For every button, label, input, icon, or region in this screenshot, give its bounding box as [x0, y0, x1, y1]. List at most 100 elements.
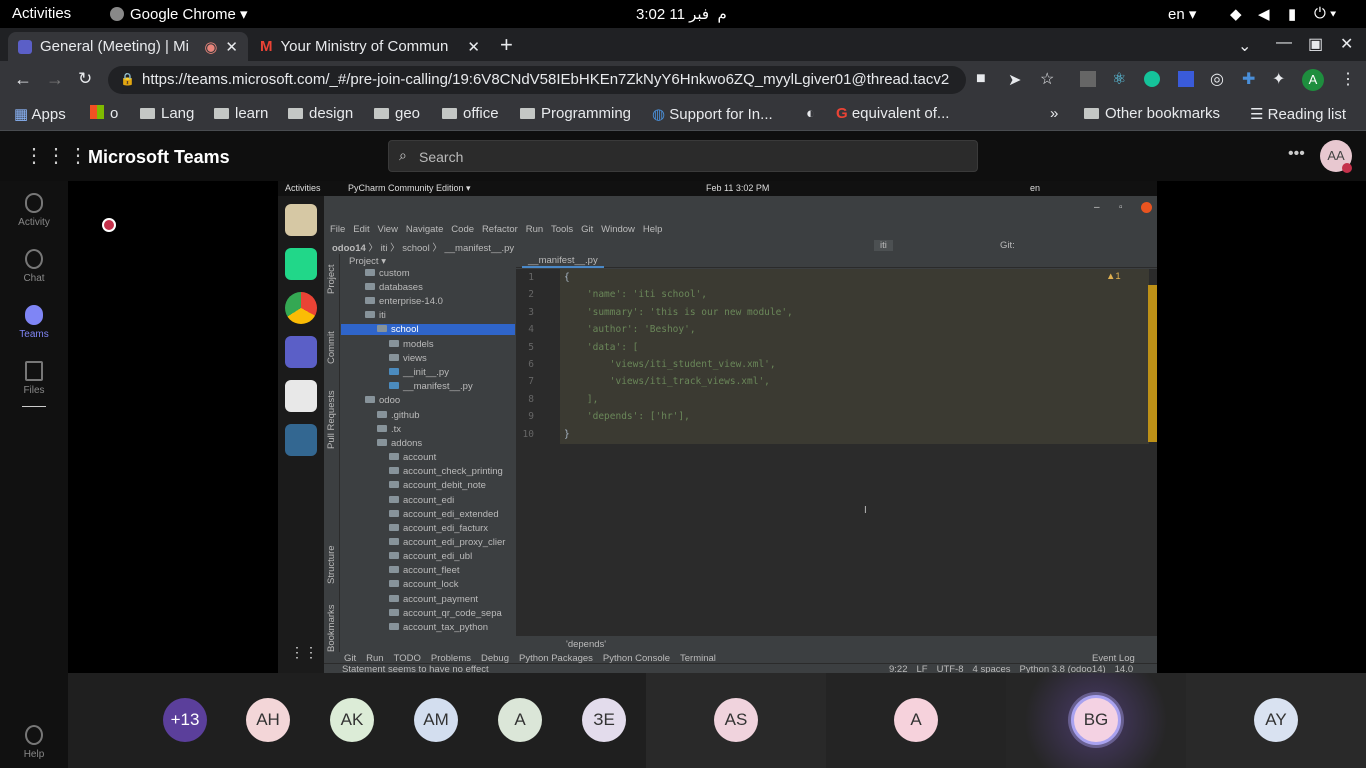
code-line: 'summary': 'this is our new module', — [564, 306, 793, 318]
bookmark-design[interactable]: design — [288, 105, 353, 122]
send-icon[interactable]: ➤ — [1008, 70, 1021, 90]
bookmark-programming[interactable]: Programming — [520, 105, 631, 122]
target-icon[interactable]: ◎ — [1210, 69, 1224, 89]
folder-icon — [389, 496, 399, 503]
tab-search-icon[interactable]: ⌄ — [1238, 36, 1251, 56]
tree-item-folder: account_debit_note — [389, 480, 486, 491]
color-picker-icon[interactable] — [1178, 71, 1194, 87]
new-tab-button[interactable]: + — [500, 32, 513, 58]
crumb: iti — [380, 243, 388, 254]
bookmark-equivalent[interactable]: G equivalent of... — [836, 105, 949, 122]
participant-avatar[interactable]: A — [894, 698, 938, 742]
teams-title: Microsoft Teams — [88, 147, 230, 167]
bookmark-label: o — [110, 105, 119, 122]
rail-teams[interactable]: Teams — [0, 305, 68, 340]
wifi-icon[interactable]: ◆ — [1230, 5, 1242, 23]
ide-menu-bar: File Edit View Navigate Code Refactor Ru… — [330, 224, 930, 236]
tree-item-folder: odoo — [365, 395, 400, 406]
close-tab-icon[interactable]: ✕ — [467, 38, 480, 56]
bookmarks-overflow-icon[interactable]: » — [1050, 105, 1058, 122]
power-icon[interactable]: ⏻ ▾ — [1314, 5, 1336, 22]
rail-activity[interactable]: Activity — [0, 193, 68, 228]
language-indicator[interactable]: en ▾ — [1168, 5, 1196, 23]
ide-minimize-button: – — [1094, 202, 1100, 213]
tab-teams-meeting[interactable]: General (Meeting) | Mi ◉ ✕ — [8, 32, 248, 61]
code-line: 'views/iti_student_view.xml', — [564, 359, 776, 370]
browser-toolbar: ← → ↻ 🔒 https://teams.microsoft.com/_#/p… — [0, 61, 1366, 99]
close-window-button[interactable]: ✕ — [1340, 34, 1353, 54]
folder-icon — [389, 580, 399, 587]
close-tab-icon[interactable]: ✕ — [225, 38, 238, 56]
line-number: 6 — [528, 359, 534, 370]
camera-icon[interactable]: ■ — [976, 70, 986, 88]
chrome-icon — [110, 7, 124, 21]
shared-activities: Activities — [285, 183, 321, 193]
clock[interactable]: 3:02 م فبر 11 — [636, 5, 727, 23]
tab-ministry-mail[interactable]: M Your Ministry of Commun ✕ — [250, 32, 490, 61]
star-icon[interactable]: ☆ — [1040, 69, 1054, 89]
participant-avatar[interactable]: AH — [246, 698, 290, 742]
more-icon[interactable]: ⋮ — [1340, 69, 1356, 89]
world-icon: ◐ — [806, 105, 816, 122]
participant-avatar[interactable]: ЗЕ — [582, 698, 626, 742]
tree-item-folder: addons — [377, 438, 422, 449]
bookmark-world[interactable]: ◐ — [806, 105, 815, 122]
folder-icon — [389, 524, 399, 531]
tree-item-label: account_edi_extended — [403, 509, 499, 520]
participant-avatar[interactable]: AY — [1254, 698, 1298, 742]
grammarly-icon[interactable] — [1144, 71, 1160, 87]
bookmark-apps[interactable]: ▦ Apps — [14, 105, 66, 123]
rail-chat[interactable]: Chat — [0, 249, 68, 284]
profile-avatar[interactable]: A — [1302, 69, 1324, 91]
tree-item-folder: account_qr_code_sepa — [389, 608, 502, 619]
globe-icon: ◍ — [652, 106, 666, 123]
tree-item-folder: school — [341, 324, 515, 335]
extension-icon[interactable] — [1080, 71, 1096, 87]
puzzle-icon[interactable]: ✦ — [1272, 69, 1285, 89]
bookmark-support[interactable]: ◍ Support for In... — [652, 105, 773, 123]
microphone-icon[interactable]: ▮ — [1288, 5, 1296, 23]
folder-icon — [389, 340, 399, 347]
search-box[interactable]: ⌕ Search — [388, 140, 978, 172]
project-panel: Project ▾ custom databases enterprise-14.0… — [341, 254, 515, 652]
volume-icon[interactable]: ◀ — [1258, 5, 1270, 23]
menu-refactor: Refactor — [481, 224, 518, 235]
line-number: 9 — [528, 411, 534, 423]
other-bookmarks[interactable]: Other bookmarks — [1084, 105, 1220, 122]
participant-avatar[interactable]: AS — [714, 698, 758, 742]
react-devtools-icon[interactable]: ⚛ — [1112, 69, 1126, 89]
back-button[interactable]: ← — [14, 69, 32, 90]
bookmark-geo[interactable]: geo — [374, 105, 420, 122]
folder-icon — [365, 283, 375, 290]
folder-icon — [389, 609, 399, 616]
participant-avatar[interactable]: AM — [414, 698, 458, 742]
tree-item-folder: iti — [365, 310, 386, 321]
rail-files[interactable]: Files — [0, 361, 68, 396]
translate-icon[interactable]: ✚ — [1242, 69, 1255, 89]
apps-grid-icon: ▦ — [14, 106, 29, 123]
bookmark-label: Apps — [31, 106, 66, 123]
project-label: Project — [349, 256, 379, 267]
participant-avatar[interactable]: A — [498, 698, 542, 742]
more-options-icon[interactable]: ••• — [1288, 145, 1305, 163]
participant-avatar[interactable]: BG — [1071, 695, 1121, 745]
more-participants-badge[interactable]: +13 — [163, 698, 207, 742]
maximize-window-button[interactable]: ▣ — [1308, 34, 1323, 54]
folder-icon — [365, 297, 375, 304]
reload-button[interactable]: ↻ — [78, 69, 92, 89]
bookmark-office[interactable]: office — [442, 105, 499, 122]
code-editor: ▲1 1 2 3 4 5 6 7 8 9 10 { 'name': 'iti school', '… — [516, 269, 1157, 636]
app-launcher-icon[interactable]: ⋮⋮⋮ — [24, 143, 90, 168]
teams-app-icon — [285, 336, 317, 368]
bookmark-lang[interactable]: Lang — [140, 105, 194, 122]
bookmark-o[interactable]: o — [90, 105, 118, 122]
minimize-window-button[interactable]: — — [1276, 34, 1292, 52]
address-bar[interactable]: 🔒 https://teams.microsoft.com/_#/pre-joi… — [108, 66, 966, 94]
bookmark-learn[interactable]: learn — [214, 105, 268, 122]
app-menu[interactable]: Google Chrome ▾ — [110, 5, 248, 23]
reading-list[interactable]: ☰ Reading list — [1250, 105, 1346, 123]
forward-button[interactable]: → — [46, 69, 64, 90]
participant-avatar[interactable]: AK — [330, 698, 374, 742]
activities-button[interactable]: Activities — [12, 5, 71, 22]
rail-help[interactable]: Help — [0, 725, 68, 760]
